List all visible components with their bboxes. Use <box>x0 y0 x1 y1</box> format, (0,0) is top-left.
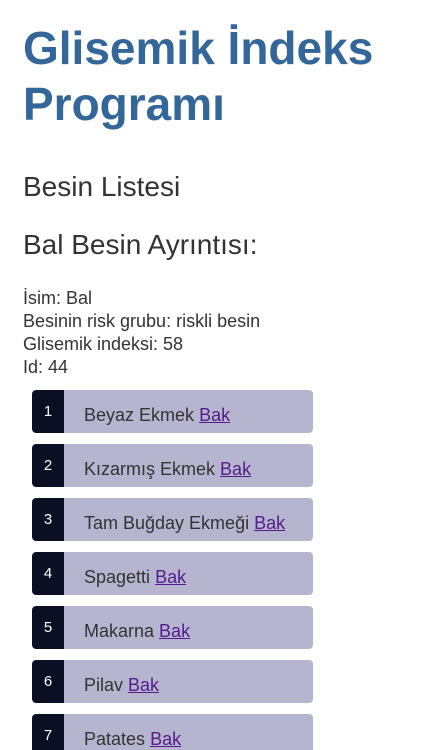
food-name: Tam Buğday Ekmeği <box>84 513 250 533</box>
view-food-link[interactable]: Bak <box>155 567 186 587</box>
item-number: 5 <box>32 606 64 649</box>
food-name: Spagetti <box>84 567 151 587</box>
view-food-link[interactable]: Bak <box>199 405 230 425</box>
food-item-label: Patates Bak <box>84 714 181 750</box>
food-name: Patates <box>84 729 146 749</box>
food-list-item: 7 Patates Bak <box>32 714 313 750</box>
food-name: Pilav <box>84 675 124 695</box>
food-name: Kızarmış Ekmek <box>84 459 216 479</box>
item-number: 3 <box>32 498 64 541</box>
food-list-heading: Besin Listesi <box>23 171 181 202</box>
view-food-link[interactable]: Bak <box>150 729 181 749</box>
food-item-label: Spagetti Bak <box>84 552 186 595</box>
item-number: 7 <box>32 714 64 750</box>
food-name: Makarna <box>84 621 155 641</box>
view-food-link[interactable]: Bak <box>254 513 285 533</box>
item-number: 1 <box>32 390 64 433</box>
food-detail-heading: Bal Besin Ayrıntısı: <box>23 229 258 260</box>
food-item-label: Kızarmış Ekmek Bak <box>84 444 251 487</box>
page-title: Glisemik İndeks Programı <box>23 22 374 130</box>
detail-glycemic-index: Glisemik indeksi: 58 <box>23 334 184 354</box>
food-detail-info: İsim: Bal Besinin risk grubu: riskli bes… <box>23 287 260 379</box>
food-item-label: Beyaz Ekmek Bak <box>84 390 230 433</box>
page: Glisemik İndeks Programı Besin Listesi B… <box>0 0 430 750</box>
food-list: 1 Beyaz Ekmek Bak 2 Kızarmış Ekmek Bak 3… <box>32 390 313 750</box>
detail-name: İsim: Bal <box>23 288 93 308</box>
food-list-item: 5 Makarna Bak <box>32 606 313 649</box>
item-number: 2 <box>32 444 64 487</box>
food-list-item: 3 Tam Buğday Ekmeği Bak <box>32 498 313 541</box>
food-item-label: Makarna Bak <box>84 606 190 649</box>
detail-id: Id: 44 <box>23 357 69 377</box>
item-number: 6 <box>32 660 64 703</box>
view-food-link[interactable]: Bak <box>159 621 190 641</box>
view-food-link[interactable]: Bak <box>128 675 159 695</box>
food-name: Beyaz Ekmek <box>84 405 195 425</box>
food-list-item: 6 Pilav Bak <box>32 660 313 703</box>
food-list-item: 4 Spagetti Bak <box>32 552 313 595</box>
view-food-link[interactable]: Bak <box>220 459 251 479</box>
item-number: 4 <box>32 552 64 595</box>
food-list-item: 2 Kızarmış Ekmek Bak <box>32 444 313 487</box>
food-item-label: Tam Buğday Ekmeği Bak <box>84 498 285 541</box>
food-item-label: Pilav Bak <box>84 660 159 703</box>
food-list-item: 1 Beyaz Ekmek Bak <box>32 390 313 433</box>
detail-risk-group: Besinin risk grubu: riskli besin <box>23 311 261 331</box>
